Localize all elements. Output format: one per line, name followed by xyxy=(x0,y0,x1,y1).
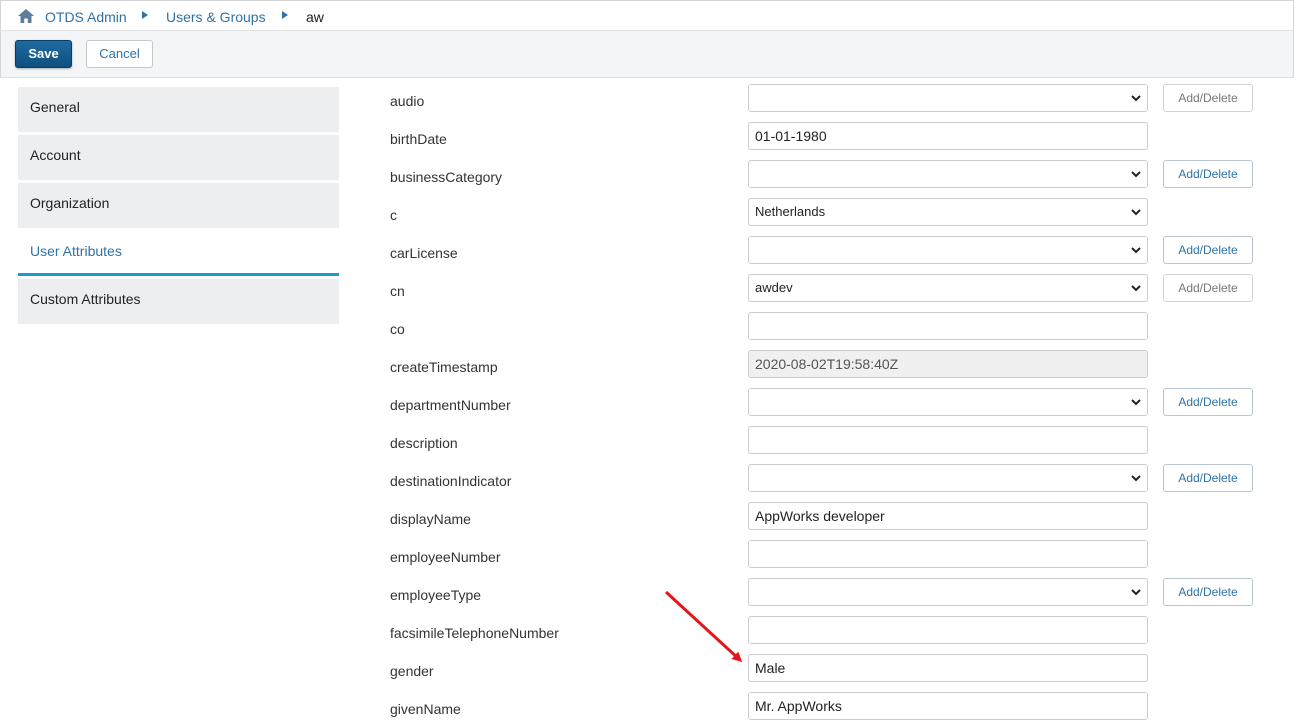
businessCategory-select[interactable] xyxy=(748,160,1148,188)
cancel-button[interactable]: Cancel xyxy=(86,40,153,68)
birthDate-input[interactable]: 01-01-1980 xyxy=(748,122,1148,150)
chevron-down-icon xyxy=(1131,589,1141,596)
employeeType-add-delete-button[interactable]: Add/Delete xyxy=(1163,578,1253,606)
breadcrumb-current: aw xyxy=(306,9,324,25)
destinationIndicator-add-delete-button[interactable]: Add/Delete xyxy=(1163,464,1253,492)
departmentNumber-add-delete-button[interactable]: Add/Delete xyxy=(1163,388,1253,416)
description-input[interactable] xyxy=(748,426,1148,454)
attribute-label: departmentNumber xyxy=(390,397,511,413)
select-value: Netherlands xyxy=(755,204,826,219)
attribute-label: destinationIndicator xyxy=(390,473,512,489)
attribute-label: facsimileTelephoneNumber xyxy=(390,625,559,641)
c-select[interactable]: Netherlands xyxy=(748,198,1148,226)
select-value: awdev xyxy=(755,280,793,295)
attribute-label: carLicense xyxy=(390,245,458,261)
facsimileTelephoneNumber-input[interactable] xyxy=(748,616,1148,644)
attribute-label: description xyxy=(390,435,458,451)
breadcrumb-separator-icon xyxy=(282,11,288,19)
createTimestamp-input: 2020-08-02T19:58:40Z xyxy=(748,350,1148,378)
chevron-down-icon xyxy=(1131,171,1141,178)
attribute-label: co xyxy=(390,321,405,337)
attribute-label: employeeType xyxy=(390,587,482,603)
givenName-input[interactable]: Mr. AppWorks xyxy=(748,692,1148,720)
attribute-label: employeeNumber xyxy=(390,549,501,565)
breadcrumb-otds-admin[interactable]: OTDS Admin xyxy=(45,8,127,26)
attribute-label: createTimestamp xyxy=(390,359,498,375)
attribute-label: displayName xyxy=(390,511,471,527)
co-input[interactable] xyxy=(748,312,1148,340)
carLicense-add-delete-button[interactable]: Add/Delete xyxy=(1163,236,1253,264)
save-button[interactable]: Save xyxy=(15,40,72,68)
gender-input[interactable]: Male xyxy=(748,654,1148,682)
sidebar-item-account[interactable]: Account xyxy=(18,135,339,180)
attribute-label: businessCategory xyxy=(390,169,503,185)
chevron-down-icon xyxy=(1131,95,1141,102)
chevron-down-icon xyxy=(1131,475,1141,482)
sidebar-item-custom-attributes[interactable]: Custom Attributes xyxy=(18,279,339,324)
employeeNumber-input[interactable] xyxy=(748,540,1148,568)
attribute-label: givenName xyxy=(390,701,461,717)
displayName-input[interactable]: AppWorks developer xyxy=(748,502,1148,530)
attribute-label: birthDate xyxy=(390,131,447,147)
breadcrumb-users-groups[interactable]: Users & Groups xyxy=(166,8,266,26)
attribute-label: audio xyxy=(390,93,425,109)
breadcrumb: OTDS Admin Users & Groups aw xyxy=(0,0,1294,31)
employeeType-select[interactable] xyxy=(748,578,1148,606)
chevron-down-icon xyxy=(1131,285,1141,292)
businessCategory-add-delete-button[interactable]: Add/Delete xyxy=(1163,160,1253,188)
home-icon[interactable] xyxy=(18,9,34,23)
sidebar: General Account Organization User Attrib… xyxy=(18,87,339,327)
sidebar-item-organization[interactable]: Organization xyxy=(18,183,339,228)
sidebar-item-user-attributes[interactable]: User Attributes xyxy=(18,231,339,276)
sidebar-item-general[interactable]: General xyxy=(18,87,339,132)
breadcrumb-separator-icon xyxy=(142,11,148,19)
attribute-label: gender xyxy=(390,663,434,679)
attribute-label: c xyxy=(390,207,397,223)
cn-add-delete-button[interactable]: Add/Delete xyxy=(1163,274,1253,302)
chevron-down-icon xyxy=(1131,247,1141,254)
departmentNumber-select[interactable] xyxy=(748,388,1148,416)
audio-add-delete-button[interactable]: Add/Delete xyxy=(1163,84,1253,112)
audio-select[interactable] xyxy=(748,84,1148,112)
carLicense-select[interactable] xyxy=(748,236,1148,264)
chevron-down-icon xyxy=(1131,399,1141,406)
attribute-label: cn xyxy=(390,283,405,299)
chevron-down-icon xyxy=(1131,209,1141,216)
cn-select[interactable]: awdev xyxy=(748,274,1148,302)
destinationIndicator-select[interactable] xyxy=(748,464,1148,492)
toolbar: Save Cancel xyxy=(0,31,1294,78)
